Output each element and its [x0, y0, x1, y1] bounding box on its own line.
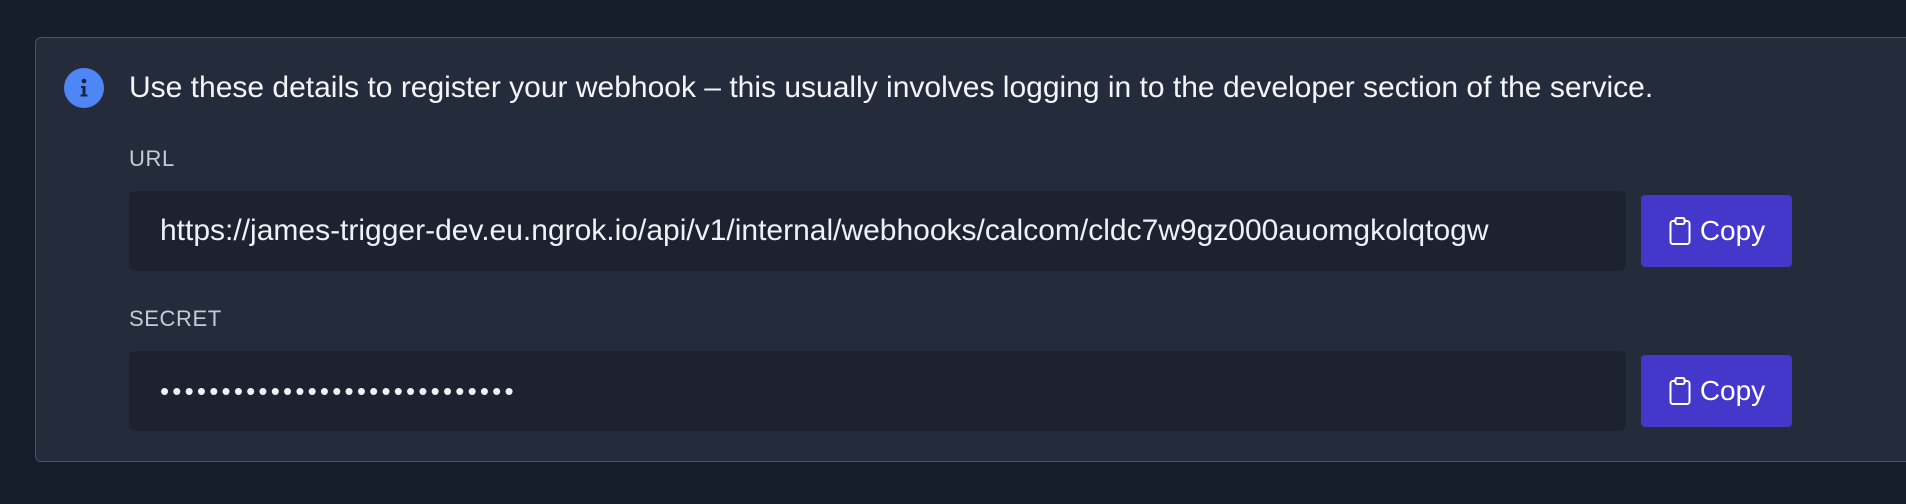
clipboard-icon [1668, 376, 1692, 406]
clipboard-icon [1668, 216, 1692, 246]
copy-secret-button[interactable]: Copy [1641, 355, 1792, 427]
url-value[interactable]: https://james-trigger-dev.eu.ngrok.io/ap… [160, 191, 1488, 271]
secret-label: SECRET [129, 306, 222, 331]
webhook-details-panel: Use these details to register your webho… [35, 37, 1906, 462]
secret-value[interactable]: ••••••••••••••••••••••••••••• [160, 351, 517, 431]
secret-field[interactable]: ••••••••••••••••••••••••••••• [129, 351, 1626, 431]
info-icon [64, 68, 104, 108]
url-field[interactable]: https://james-trigger-dev.eu.ngrok.io/ap… [129, 191, 1626, 271]
copy-secret-button-label: Copy [1699, 375, 1766, 406]
url-label: URL [129, 146, 175, 171]
info-message: Use these details to register your webho… [129, 71, 1654, 104]
copy-url-button-label: Copy [1699, 215, 1766, 246]
copy-url-button[interactable]: Copy [1641, 195, 1792, 267]
